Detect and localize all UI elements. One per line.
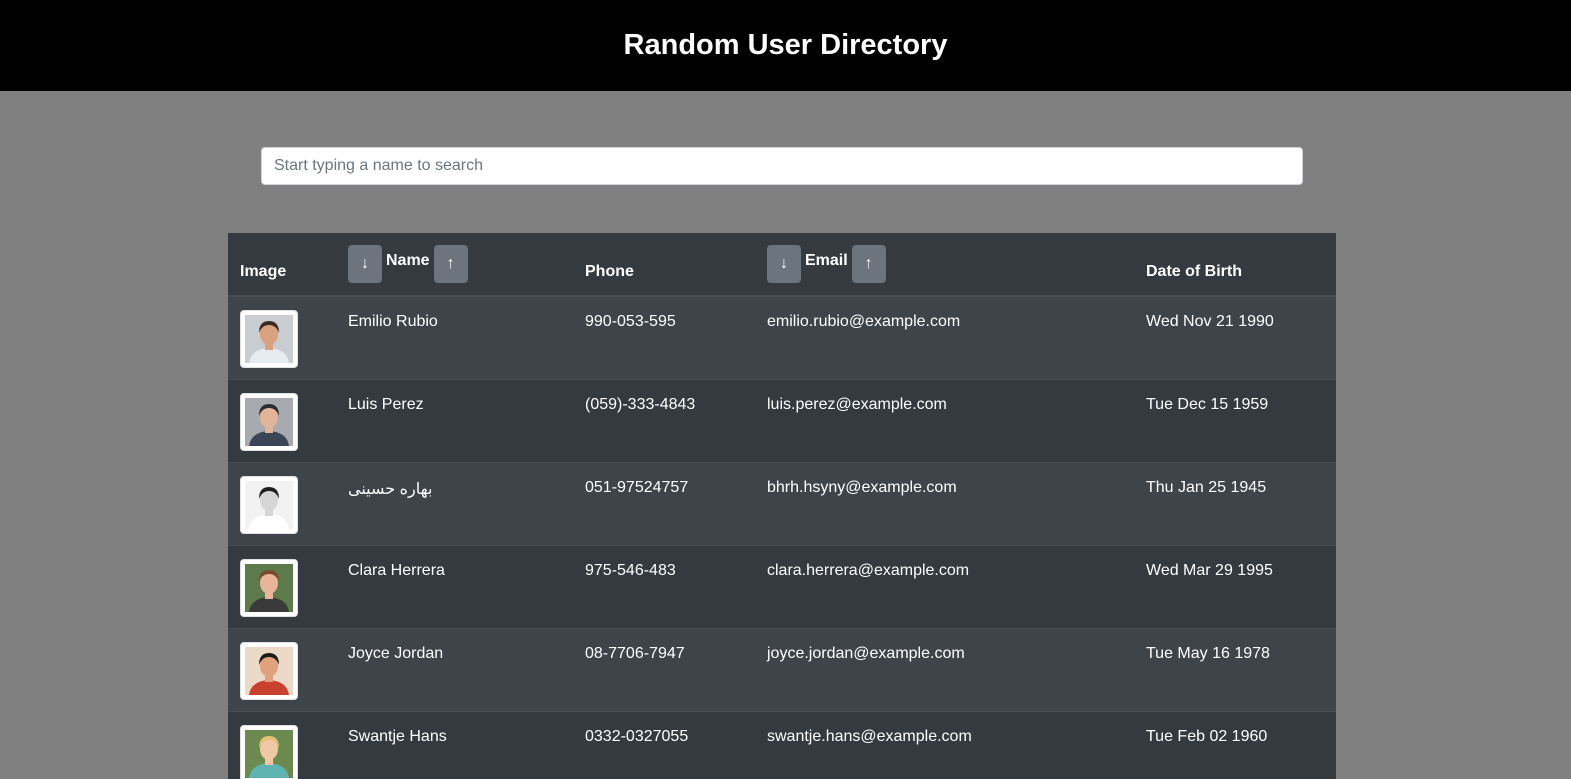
- avatar-photo: [245, 315, 293, 363]
- table-row: Joyce Jordan 08-7706-7947 joyce.jordan@exa…: [228, 628, 1336, 711]
- user-phone: 051-97524757: [585, 478, 689, 496]
- avatar: [240, 310, 298, 368]
- table-header: Image ↓ Name ↑ Phone ↓ Email ↑ Date of Birth: [228, 233, 1336, 297]
- page-title: Random User Directory: [623, 29, 948, 61]
- sort-email-desc-button[interactable]: ↓: [767, 245, 801, 283]
- column-header-name: ↓ Name ↑: [336, 233, 573, 297]
- image-cell: [228, 628, 336, 711]
- search-input[interactable]: [261, 147, 1303, 185]
- column-header-email-label: Email: [805, 252, 848, 269]
- user-dob: Tue Dec 15 1959: [1146, 395, 1269, 413]
- user-email: luis.perez@example.com: [767, 395, 947, 413]
- avatar-photo: [245, 397, 293, 446]
- user-name: Joyce Jordan: [348, 644, 444, 662]
- sort-email-asc-button[interactable]: ↑: [851, 245, 886, 283]
- column-header-dob: Date of Birth: [1134, 233, 1336, 297]
- user-email: swantje.hans@example.com: [767, 727, 972, 745]
- column-header-name-label: Name: [386, 252, 430, 269]
- user-email: bhrh.hsyny@example.com: [767, 478, 957, 496]
- user-email: emilio.rubio@example.com: [767, 313, 961, 330]
- avatar: [240, 475, 298, 534]
- user-phone: 990-053-595: [585, 313, 676, 330]
- table-row: Emilio Rubio 990-053-595 emilio.rubio@exam…: [228, 296, 1336, 379]
- user-phone: 975-546-483: [585, 561, 676, 579]
- user-email: clara.herrera@example.com: [767, 561, 970, 579]
- table-row: بهاره حسینی 051-97524757 bhrh.hsyny@exampl…: [228, 462, 1336, 545]
- sort-name-asc-button[interactable]: ↑: [433, 245, 468, 283]
- user-dob: Thu Jan 25 1945: [1146, 478, 1267, 496]
- user-phone: (059)-333-4843: [585, 395, 696, 413]
- image-cell: [228, 379, 336, 462]
- user-dob: Wed Mar 29 1995: [1146, 561, 1273, 579]
- user-dob: Tue May 16 1978: [1146, 644, 1270, 662]
- user-name: Emilio Rubio: [348, 313, 438, 330]
- user-name: بهاره حسینی: [348, 480, 433, 498]
- user-phone: 08-7706-7947: [585, 644, 685, 662]
- image-cell: [228, 711, 336, 779]
- table-row: Clara Herrera 975-546-483 clara.herrera@ex…: [228, 545, 1336, 628]
- avatar-photo: [245, 729, 293, 778]
- user-phone: 0332-0327055: [585, 727, 689, 745]
- user-dob: Wed Nov 21 1990: [1146, 313, 1274, 330]
- user-email: joyce.jordan@example.com: [767, 644, 965, 662]
- image-cell: [228, 462, 336, 545]
- sort-name-desc-button[interactable]: ↓: [348, 245, 382, 283]
- table-body: Emilio Rubio 990-053-595 emilio.rubio@exam…: [228, 296, 1336, 779]
- avatar-photo: [245, 563, 293, 612]
- image-cell: [228, 545, 336, 628]
- user-dob: Tue Feb 02 1960: [1146, 727, 1268, 745]
- column-header-image: Image: [228, 233, 336, 297]
- page-header: Random User Directory: [0, 0, 1571, 91]
- avatar-photo: [245, 480, 293, 529]
- avatar: [240, 392, 298, 451]
- avatar: [240, 724, 298, 779]
- image-cell: [228, 296, 336, 379]
- user-table: Image ↓ Name ↑ Phone ↓ Email ↑ Date of Birth…: [228, 233, 1336, 779]
- user-name: Clara Herrera: [348, 561, 445, 579]
- column-header-phone: Phone: [573, 233, 755, 297]
- avatar: [240, 558, 298, 617]
- user-table-container: Image ↓ Name ↑ Phone ↓ Email ↑ Date of Birth…: [228, 233, 1336, 779]
- user-name: Swantje Hans: [348, 727, 447, 745]
- user-name: Luis Perez: [348, 395, 424, 413]
- column-header-email: ↓ Email ↑: [755, 233, 1134, 297]
- avatar-photo: [245, 646, 293, 695]
- avatar: [240, 641, 298, 700]
- table-row: Luis Perez (059)-333-4843 luis.perez@examp…: [228, 379, 1336, 462]
- table-row: Swantje Hans 0332-0327055 swantje.hans@exa…: [228, 711, 1336, 779]
